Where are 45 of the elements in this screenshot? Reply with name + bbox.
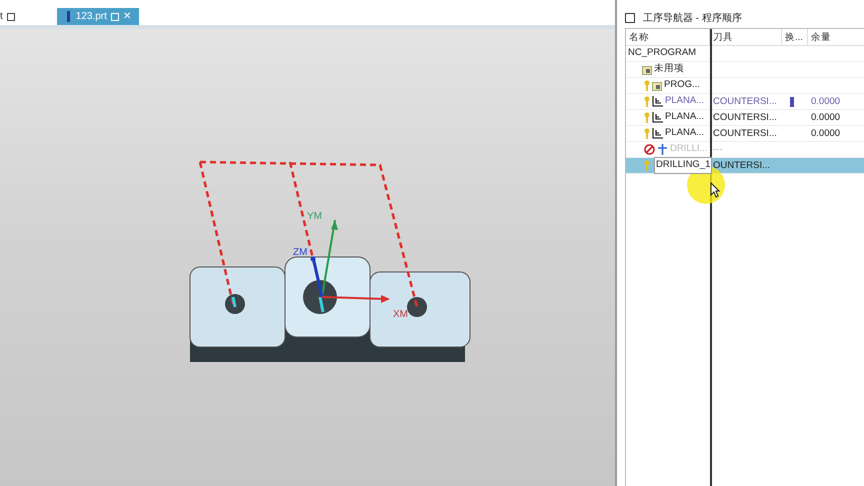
folder-icon <box>652 80 662 90</box>
key-icon <box>644 128 650 139</box>
axis-label: ZM <box>293 247 308 258</box>
axis-label: XM <box>393 309 408 320</box>
stock-value: 0.0000 <box>811 96 840 107</box>
operation-name: 未用项 <box>654 62 684 76</box>
operation-name: NC_PROGRAM <box>628 46 696 60</box>
axis-arrow[interactable] <box>322 295 390 303</box>
operation-name: PLANA... <box>665 94 704 108</box>
planar-mill-icon <box>652 96 663 107</box>
key-icon <box>644 160 650 171</box>
operation-name: DRILLI... <box>670 142 708 156</box>
operation-row[interactable]: PLANA... COUNTERSI... 0.0000 <box>626 94 864 110</box>
tool-name: COUNTERSI... <box>713 128 777 139</box>
operation-row[interactable]: DRILLING_1 OUNTERSI... <box>626 158 864 174</box>
planar-mill-icon <box>652 112 663 123</box>
part-file-icon <box>64 11 72 22</box>
operation-row[interactable]: PROG... <box>626 78 864 94</box>
operation-row[interactable]: 未用项 <box>626 62 864 78</box>
operation-name: PROG... <box>664 78 700 92</box>
axis-arrow[interactable] <box>310 256 324 298</box>
tool-name: COUNTERSI... <box>713 112 777 123</box>
mouse-pointer-icon <box>710 182 720 198</box>
popout-icon[interactable] <box>6 12 15 20</box>
column-header[interactable]: 换... <box>782 29 808 45</box>
stock-value: 0.0000 <box>811 112 840 123</box>
operation-name: PLANA... <box>665 126 704 140</box>
key-icon <box>644 112 650 123</box>
tool-name: --- <box>713 144 722 155</box>
planar-mill-icon <box>652 128 663 139</box>
tool-name: OUNTERSI... <box>713 160 770 171</box>
panel-window-icon[interactable] <box>625 13 635 23</box>
operation-name: PLANA... <box>665 110 704 124</box>
no-entry-icon <box>644 144 655 155</box>
name-tooltip: DRILLING_1 <box>654 157 712 174</box>
tool-name: COUNTERSI... <box>713 96 777 107</box>
folder-icon <box>642 64 652 74</box>
column-header[interactable]: 余量 <box>808 29 864 45</box>
panel-title: 工序导航器 - 程序顺序 <box>643 12 742 26</box>
key-icon <box>644 96 650 107</box>
axis-label: YM <box>307 211 322 222</box>
axis-arrow[interactable] <box>321 220 338 298</box>
drill-icon <box>657 144 668 155</box>
stock-value: 0.0000 <box>811 128 840 139</box>
key-icon <box>644 80 650 91</box>
